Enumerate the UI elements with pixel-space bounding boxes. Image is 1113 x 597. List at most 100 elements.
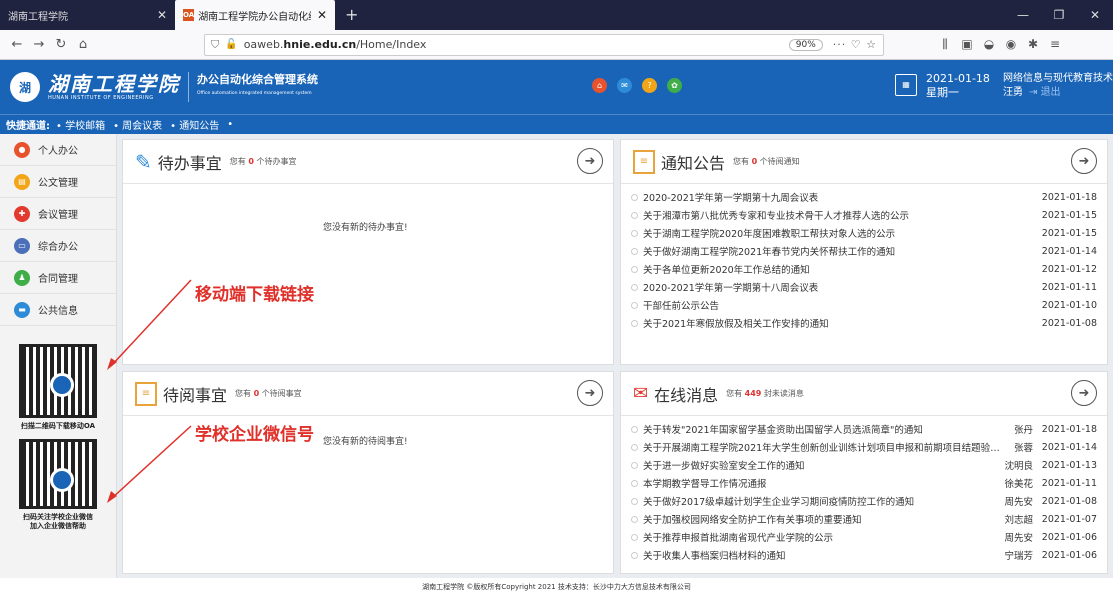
sidebar-item-personal[interactable]: ● 个人办公 — [0, 134, 116, 166]
notice-row[interactable]: 2020-2021学年第一学期第十九周会议表 2021-01-18 — [631, 188, 1097, 206]
notice-title: 关于各单位更新2020年工作总结的通知 — [643, 265, 810, 276]
sidebar-item-meetings[interactable]: ✚ 会议管理 — [0, 198, 116, 230]
message-title: 本学期教学督导工作情况通报 — [643, 479, 767, 490]
panel-subtitle: 您有 0 个待阅通知 — [733, 156, 800, 167]
wechat-qr-code — [19, 439, 97, 509]
message-row[interactable]: 本学期教学督导工作情况通报 徐美花 2021-01-11 — [631, 474, 1097, 492]
quick-link-email[interactable]: • 学校邮箱 — [56, 117, 105, 132]
browser-tab-2[interactable]: OA 湖南工程学院办公自动化综合管 ✕ — [175, 0, 335, 30]
bullet-icon — [631, 265, 638, 273]
notice-title: 关于湖南工程学院2020年度困难教职工帮扶对象人选的公示 — [643, 229, 896, 240]
annotation-wechat: 学校企业微信号 — [195, 425, 314, 445]
minimize-icon[interactable]: — — [1005, 8, 1041, 22]
bullet-icon — [631, 319, 638, 327]
home-icon[interactable]: ⌂ — [592, 78, 607, 93]
notice-date: 2021-01-08 — [1041, 317, 1097, 329]
message-icon[interactable]: ✉ — [617, 78, 632, 93]
account-icon[interactable]: ◉ — [1000, 37, 1022, 52]
page-actions-icon[interactable]: ··· ♡ ☆ — [833, 38, 877, 51]
zoom-level[interactable]: 90% — [788, 38, 823, 51]
arrow-line-wechat — [110, 425, 192, 500]
annotation-mobile: 移动端下载链接 — [195, 285, 314, 305]
url-host: hnie.edu.cn — [283, 38, 357, 51]
notice-row[interactable]: 关于湖南工程学院2020年度困难教职工帮扶对象人选的公示 2021-01-15 — [631, 224, 1097, 242]
school-logo-icon: 湖 — [10, 72, 40, 102]
message-title: 关于加强校园网络安全防护工作有关事项的重要通知 — [643, 515, 862, 526]
sidebar-item-office[interactable]: ▭ 综合办公 — [0, 230, 116, 262]
sidebar-item-label: 综合办公 — [38, 242, 78, 253]
notice-count: 0 — [751, 157, 758, 166]
message-row[interactable]: 关于做好2017级卓越计划学生企业学习期间疫情防控工作的通知 周先安 2021-01… — [631, 492, 1097, 510]
home-icon[interactable]: ⌂ — [72, 37, 94, 52]
tab-label: 湖南工程学院办公自动化综合管 — [198, 11, 311, 23]
message-date: 2021-01-14 — [1041, 441, 1097, 453]
logout-label: 退出 — [1040, 87, 1061, 98]
message-date: 2021-01-06 — [1041, 549, 1097, 561]
sidebar-item-contracts[interactable]: ♟ 合同管理 — [0, 262, 116, 294]
help-icon[interactable]: ? — [642, 78, 657, 93]
restore-icon[interactable]: ❐ — [1041, 8, 1077, 22]
sub-post: 个待阅通知 — [759, 157, 800, 166]
library-icon[interactable]: ⫼ — [934, 37, 956, 52]
notice-title: 关于2021年寒假放假及相关工作安排的通知 — [643, 319, 829, 330]
more-arrow-icon[interactable]: ➜ — [1071, 380, 1097, 406]
notice-date: 2021-01-10 — [1041, 299, 1097, 311]
sidebar-item-label: 会议管理 — [38, 210, 78, 221]
message-row[interactable]: 关于转发"2021年国家留学基金资助出国留学人员选派简章"的通知 张丹 2021-0… — [631, 420, 1097, 438]
qr-caption-wechat: 扫码关注学校企业微信 — [23, 513, 93, 521]
notice-row[interactable]: 关于2021年寒假放假及相关工作安排的通知 2021-01-08 — [631, 314, 1097, 332]
meeting-icon: ✚ — [14, 205, 30, 222]
extension-icon[interactable]: ◒ — [978, 37, 1000, 52]
message-title: 关于收集人事档案归档材料的通知 — [643, 551, 786, 562]
more-arrow-icon[interactable]: ➜ — [1071, 148, 1097, 174]
message-row[interactable]: 关于开展湖南工程学院2021年大学生创新创业训练计划项目申报和前期项目结题验收工… — [631, 438, 1097, 456]
close-tab-icon[interactable]: ✕ — [157, 8, 167, 22]
quick-link-meeting[interactable]: • 周会议表 — [113, 117, 162, 132]
sidebar-item-documents[interactable]: ▤ 公文管理 — [0, 166, 116, 198]
notice-date: 2021-01-15 — [1041, 227, 1097, 239]
reload-icon[interactable]: ↻ — [50, 37, 72, 52]
bullet-icon — [631, 283, 638, 291]
browser-tabbar: 湖南工程学院 ✕ OA 湖南工程学院办公自动化综合管 ✕ + — ❐ ✕ — [0, 0, 1113, 30]
back-icon[interactable]: ← — [6, 37, 28, 52]
bullet-icon — [631, 443, 638, 451]
browser-tab-1[interactable]: 湖南工程学院 ✕ — [0, 0, 175, 30]
more-arrow-icon[interactable]: ➜ — [577, 148, 603, 174]
address-bar[interactable]: ⛉ 🔓 oaweb. hnie.edu.cn/Home/Index 90% ···… — [204, 33, 884, 56]
message-row[interactable]: 关于加强校园网络安全防护工作有关事项的重要通知 刘志超 2021-01-07 — [631, 510, 1097, 528]
qr-caption-help: 加入企业微信帮助 — [30, 522, 86, 530]
message-list: 关于转发"2021年国家留学基金资助出国留学人员选派简章"的通知 张丹 2021-0… — [621, 416, 1107, 564]
system-name: 办公自动化综合管理系统 — [197, 73, 318, 86]
notice-row[interactable]: 关于各单位更新2020年工作总结的通知 2021-01-12 — [631, 260, 1097, 278]
sidebar-item-public[interactable]: ▬ 公共信息 — [0, 294, 116, 326]
notice-title: 2020-2021学年第一学期第十九周会议表 — [643, 193, 819, 204]
forward-icon[interactable]: → — [28, 37, 50, 52]
mobile-oa-qr-code — [19, 344, 97, 418]
notice-row[interactable]: 关于做好湖南工程学院2021年春节党内关怀帮扶工作的通知 2021-01-14 — [631, 242, 1097, 260]
notice-row[interactable]: 2020-2021学年第一学期第十八周会议表 2021-01-11 — [631, 278, 1097, 296]
message-title: 关于推荐申报首批湖南省现代产业学院的公示 — [643, 533, 834, 544]
url-prefix: oaweb. — [243, 38, 284, 51]
quick-link-more[interactable]: • — [227, 119, 233, 130]
reader-icon[interactable]: ▣ — [956, 37, 978, 52]
message-row[interactable]: 关于进一步做好实验室安全工作的通知 沈明良 2021-01-13 — [631, 456, 1097, 474]
close-tab-icon[interactable]: ✕ — [317, 8, 327, 22]
addon-icon[interactable]: ✱ — [1022, 37, 1044, 52]
message-row[interactable]: 关于推荐申报首批湖南省现代产业学院的公示 周先安 2021-01-06 — [631, 528, 1097, 546]
message-author: 张丹 — [1013, 425, 1033, 436]
oa-favicon-icon: OA — [183, 9, 195, 21]
notice-row[interactable]: 关于湘潭市第八批优秀专家和专业技术骨干人才推荐人选的公示 2021-01-15 — [631, 206, 1097, 224]
new-tab-button[interactable]: + — [335, 0, 368, 30]
close-window-icon[interactable]: ✕ — [1077, 8, 1113, 22]
message-author: 周先安 — [1004, 533, 1033, 544]
message-date: 2021-01-18 — [1041, 423, 1097, 435]
more-arrow-icon[interactable]: ➜ — [577, 380, 603, 406]
quick-link-notice[interactable]: • 通知公告 — [170, 117, 219, 132]
settings-icon[interactable]: ✿ — [667, 78, 682, 93]
menu-icon[interactable]: ≡ — [1044, 37, 1066, 52]
notice-list: 2020-2021学年第一学期第十九周会议表 2021-01-18 关于湘潭市第八批… — [621, 184, 1107, 332]
toolbar-icons: ⫼ ▣ ◒ ◉ ✱ ≡ — [934, 37, 1066, 52]
notice-row[interactable]: 干部任前公示公告 2021-01-10 — [631, 296, 1097, 314]
message-row[interactable]: 关于收集人事档案归档材料的通知 宁瑞芳 2021-01-06 — [631, 546, 1097, 564]
logout-link[interactable]: ⇥ 退出 — [1029, 87, 1061, 98]
